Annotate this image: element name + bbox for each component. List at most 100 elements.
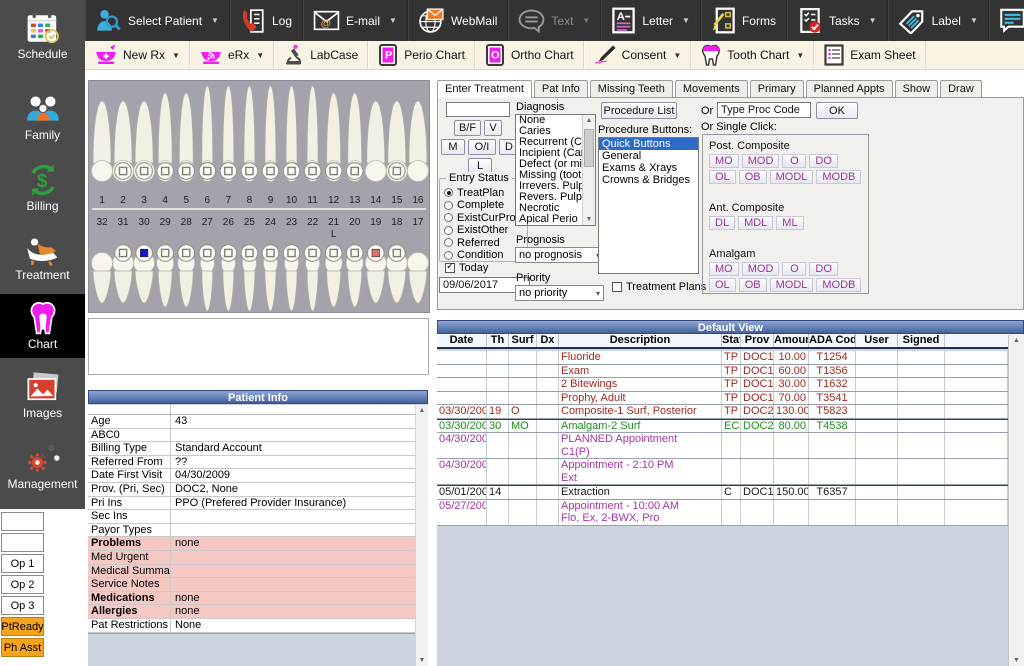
sidebar-item-images[interactable]: Images <box>0 364 85 428</box>
grid-column-header-prov[interactable]: Prov <box>741 334 774 347</box>
quick-surface-button-modb[interactable]: MODB <box>816 278 861 292</box>
sidebar-item-schedule[interactable]: Schedule <box>0 4 85 68</box>
quick-surface-button-mo[interactable]: MO <box>709 154 739 168</box>
charttool-button-exam-sheet[interactable]: Exam Sheet <box>814 41 925 69</box>
radio-icon[interactable] <box>444 188 453 197</box>
toolbar-button-forms[interactable]: Forms <box>701 0 787 41</box>
patient-info-scrollbar[interactable]: ▲ ▼ <box>415 405 428 666</box>
tab-movements[interactable]: Movements <box>675 80 748 97</box>
quick-surface-button-modl[interactable]: MODL <box>770 278 814 292</box>
diagnosis-item[interactable]: Missing (tooth s <box>516 170 582 181</box>
charttool-button-new-rx[interactable]: New Rx▼ <box>85 41 190 69</box>
tooth-number-input[interactable] <box>446 102 510 117</box>
dropdown-arrow-icon[interactable]: ▼ <box>211 16 219 25</box>
diagnosis-list[interactable]: NoneCariesRecurrent (Car)Incipient (Car)… <box>515 114 596 226</box>
grid-column-header-ada-code[interactable]: ADA Code <box>809 334 856 347</box>
toolbar-button-letter[interactable]: ALetter▼ <box>601 0 701 41</box>
toolbar-button-select-patient[interactable]: Select Patient▼ <box>85 0 230 41</box>
charttool-button-tooth-chart[interactable]: Tooth Chart▼ <box>691 41 814 69</box>
scroll-down-icon[interactable]: ▼ <box>1009 657 1024 664</box>
chart-notes-box[interactable] <box>88 318 429 375</box>
sidebar-item-billing[interactable]: $Billing <box>0 156 85 220</box>
op-button-ptready[interactable]: PtReady <box>1 617 44 636</box>
grid-column-header-user[interactable]: User <box>856 334 898 347</box>
charttool-button-consent[interactable]: Consent▼ <box>584 41 692 69</box>
procedure-row[interactable]: 03/30/200930MOAmalgam-2 SurfECDOC280.00T… <box>437 419 1008 434</box>
procedure-list-button[interactable]: Procedure List <box>601 102 677 119</box>
procedure-row[interactable]: Prophy, AdultTPDOC170.00T3541 <box>437 392 1008 406</box>
charttool-button-labcase[interactable]: LabCase <box>274 41 368 69</box>
scroll-down-icon[interactable]: ▼ <box>416 657 428 664</box>
radio-icon[interactable] <box>444 213 453 222</box>
toolbar-button-e-mail[interactable]: @E-mail▼ <box>303 0 408 41</box>
diagnosis-item[interactable]: Defect (or miss <box>516 159 582 170</box>
quick-surface-button-mod[interactable]: MOD <box>742 262 780 276</box>
tooth-chart[interactable]: 1234567891011121314151632313029282726252… <box>88 80 430 313</box>
charttool-button-ortho-chart[interactable]: OOrtho Chart <box>475 41 584 69</box>
procedure-row[interactable]: FluorideTPDOC110.00T1254 <box>437 351 1008 365</box>
progress-notes-scrollbar[interactable]: ▲ ▼ <box>1008 335 1024 666</box>
quick-surface-button-mdl[interactable]: MDL <box>738 216 773 230</box>
diagnosis-item[interactable]: Necrotic <box>516 203 582 214</box>
diagnosis-item[interactable]: Incipient (Car) <box>516 148 582 159</box>
grid-column-header-description[interactable]: Description <box>559 334 722 347</box>
quick-surface-button-mod[interactable]: MOD <box>742 154 780 168</box>
toolbar-button-label[interactable]: Label▼ <box>888 0 989 41</box>
today-checkbox[interactable]: Today <box>445 262 488 274</box>
toolbar-button-text[interactable]: Text▼ <box>508 0 601 41</box>
quick-surface-button-do[interactable]: DO <box>809 262 838 276</box>
surface-button-m[interactable]: M <box>441 139 465 155</box>
quick-surface-button-ob[interactable]: OB <box>739 278 767 292</box>
op-button-empty[interactable] <box>1 533 44 552</box>
radio-icon[interactable] <box>444 251 453 260</box>
quick-surface-button-ml[interactable]: ML <box>776 216 803 230</box>
quick-surface-button-modl[interactable]: MODL <box>770 170 814 184</box>
prognosis-select[interactable]: no prognosis ▾ <box>515 247 604 263</box>
procedure-row[interactable]: 05/01/200914ExtractionCDOC1150.00T6357 <box>437 485 1008 500</box>
entry-status-option-existother[interactable]: ExistOther <box>444 225 527 237</box>
toolbar-button-tasks[interactable]: Tasks▼ <box>787 0 888 41</box>
quick-surface-button-mo[interactable]: MO <box>709 262 739 276</box>
procedure-category-item[interactable]: Exams & Xrays <box>599 162 698 174</box>
sidebar-item-family[interactable]: Family <box>0 86 85 150</box>
procedure-row[interactable]: 04/30/2009PLANNED AppointmentC1(P) <box>437 433 1008 459</box>
dropdown-arrow-icon[interactable]: ▼ <box>970 16 978 25</box>
grid-column-header-signed[interactable]: Signed <box>898 334 945 347</box>
dropdown-arrow-icon[interactable]: ▼ <box>582 16 590 25</box>
dropdown-arrow-icon[interactable]: ▼ <box>673 51 681 60</box>
grid-column-header-th[interactable]: Th <box>487 334 509 347</box>
op-button-empty[interactable] <box>1 512 44 531</box>
tab-show[interactable]: Show <box>895 80 939 97</box>
quick-surface-button-ol[interactable]: OL <box>709 278 736 292</box>
quick-surface-button-do[interactable]: DO <box>809 154 838 168</box>
quick-surface-button-modb[interactable]: MODB <box>816 170 861 184</box>
sidebar-item-management[interactable]: Management <box>0 434 85 498</box>
scroll-up-icon[interactable]: ▲ <box>1009 337 1024 344</box>
quick-surface-button-ob[interactable]: OB <box>739 170 767 184</box>
tab-planned-appts[interactable]: Planned Appts <box>806 80 893 97</box>
grid-column-header-date[interactable]: Date <box>437 334 487 347</box>
proc-code-input[interactable] <box>717 102 811 118</box>
dropdown-arrow-icon[interactable]: ▼ <box>389 16 397 25</box>
procedure-row[interactable]: 03/30/200919OComposite-1 Surf, Posterior… <box>437 405 1008 419</box>
radio-icon[interactable] <box>444 201 453 210</box>
diagnosis-item[interactable]: Apical Perio <box>516 214 582 225</box>
charttool-button-erx[interactable]: eRx▼ <box>190 41 274 69</box>
grid-column-header-amount[interactable]: Amount <box>774 334 809 347</box>
tab-primary[interactable]: Primary <box>750 80 804 97</box>
radio-icon[interactable] <box>444 238 453 247</box>
diagnosis-item[interactable]: Irrevers. Pulp. <box>516 181 582 192</box>
treatment-plans-checkbox-box[interactable] <box>612 282 622 292</box>
grid-column-header-stat[interactable]: Stat <box>722 334 741 347</box>
procedure-row[interactable]: 05/27/2009Appointment - 10:00 AMFlo, Ex,… <box>437 500 1008 526</box>
procedure-category-item[interactable]: Quick Buttons <box>599 138 698 150</box>
ok-button[interactable]: OK <box>816 102 858 119</box>
quick-surface-button-dl[interactable]: DL <box>709 216 735 230</box>
diagnosis-item[interactable]: Revers. Pulp. <box>516 192 582 203</box>
diagnosis-item[interactable]: Caries <box>516 126 582 137</box>
scroll-up-icon[interactable]: ▲ <box>416 407 428 414</box>
op-button-op-2[interactable]: Op 2 <box>1 575 44 594</box>
tab-missing-teeth[interactable]: Missing Teeth <box>590 80 673 97</box>
procedure-category-item[interactable]: General <box>599 150 698 162</box>
surface-button-bf[interactable]: B/F <box>454 120 481 136</box>
